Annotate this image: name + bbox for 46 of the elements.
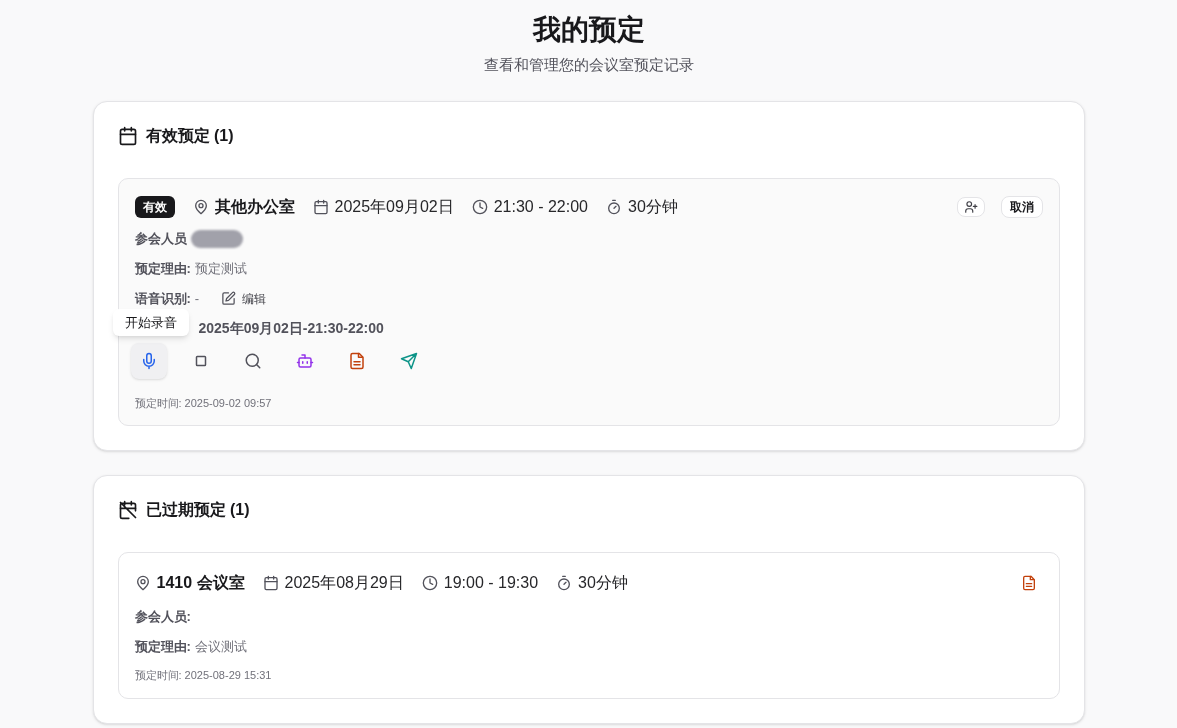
speech-value: - [194, 289, 200, 308]
document-icon [347, 351, 366, 370]
attendees-label: 参会人员 [134, 229, 187, 248]
room-name: 其他办公室 [214, 196, 295, 217]
document-icon [1020, 575, 1037, 591]
reason-value: 预定测试 [194, 259, 247, 278]
section-heading: 有效预定 (1) [145, 125, 234, 146]
booking-duration: 30分钟 [628, 196, 678, 217]
calendar-icon [312, 198, 329, 215]
meeting-value: 2025年09月02日-21:30-22:00 [198, 319, 384, 338]
timer-icon [606, 198, 622, 215]
page-title: 我的预定 [532, 13, 645, 47]
booking-time: 21:30 - 22:00 [493, 196, 588, 217]
attendees-label: 参会人员: [134, 608, 191, 627]
reason-label: 预定理由: [134, 638, 191, 657]
calendar-off-icon [117, 500, 138, 520]
calendar-icon [262, 575, 279, 591]
booking-date: 2025年08月29日 [284, 573, 404, 593]
clock-icon [421, 575, 438, 591]
edit-icon [221, 291, 237, 306]
booking-time: 19:00 - 19:30 [443, 573, 539, 593]
location-pin-icon [192, 198, 209, 215]
send-icon [399, 351, 418, 370]
timer-icon [556, 575, 573, 591]
add-person-button[interactable] [956, 196, 985, 217]
calendar-icon [117, 125, 138, 146]
page-subtitle: 查看和管理您的会议室预定记录 [483, 55, 694, 75]
location-pin-icon [134, 575, 151, 591]
microphone-button[interactable] [130, 342, 167, 379]
search-icon [243, 351, 262, 370]
robot-icon [295, 351, 314, 370]
speech-label: 语音识别: [134, 289, 191, 308]
reason-value: 会议测试 [194, 638, 247, 657]
clock-icon [471, 198, 488, 215]
booked-at: 预定时间: 2025-08-29 15:31 [134, 668, 273, 683]
booking-date: 2025年09月02日 [334, 196, 454, 217]
reason-label: 预定理由: [134, 259, 191, 278]
edit-button[interactable]: 编辑 [221, 289, 267, 308]
cancel-button[interactable]: 取消 [1000, 195, 1043, 218]
add-person-icon [963, 199, 978, 214]
tooltip: 开始录音 [112, 308, 189, 336]
booked-at: 预定时间: 2025-09-02 09:57 [134, 395, 273, 411]
section-heading: 已过期预定 (1) [145, 500, 250, 520]
booking-duration: 30分钟 [578, 573, 628, 593]
status-badge: 有效 [134, 195, 175, 218]
room-name: 1410 会议室 [156, 573, 245, 593]
